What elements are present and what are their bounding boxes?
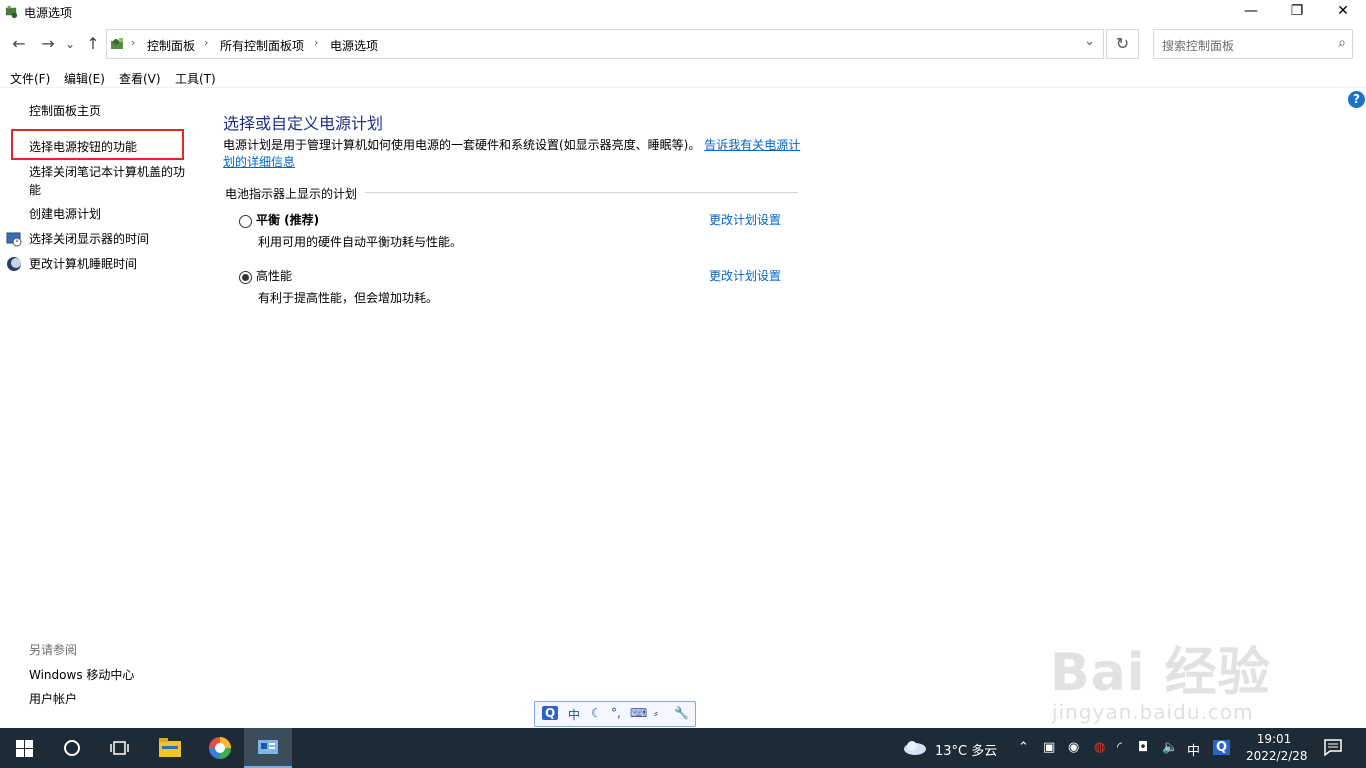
menu-view[interactable]: 查看(V) [119,70,161,87]
menu-tools[interactable]: 工具(T) [175,70,216,87]
display-clock-icon [6,232,22,247]
window-title: 电源选项 [24,6,73,20]
plan-high-performance-desc: 有利于提高性能，但会增加功耗。 [258,291,439,305]
sidebar-item-power-button[interactable]: 选择电源按钮的功能 [29,138,137,156]
input-language-indicator[interactable]: 中 [1187,740,1200,759]
help-icon[interactable]: ? [1348,91,1365,108]
clock-date: 2022/2/28 [1246,749,1308,763]
watermark-logo: Bai 经验 [1050,643,1271,703]
watermark-url: jingyan.baidu.com [1052,700,1254,724]
network-tray-icon[interactable]: ◘ [1138,740,1148,755]
breadcrumb-power-options[interactable]: 电源选项 [330,37,378,54]
control-panel-taskbar-icon [258,740,278,754]
ime-halfwidth-icon[interactable]: ☾ [591,706,602,720]
sidebar-item-display-off[interactable]: 选择关闭显示器的时间 [29,230,149,248]
sidebar-item-home[interactable]: 控制面板主页 [29,102,101,120]
close-button[interactable]: ✕ [1320,0,1366,24]
device-tray-icon[interactable]: ▣ [1043,740,1055,755]
plan-balanced-name[interactable]: 平衡 (推荐) [256,211,319,228]
navigation-bar: ← → ⌄ ↑ › 控制面板 › 所有控制面板项 › 电源选项 ⌄ ↻ 搜索控制… [0,28,1366,60]
sidebar-item-create-plan[interactable]: 创建电源计划 [29,205,101,223]
see-also-heading: 另请参阅 [29,643,78,657]
up-button[interactable]: ↑ [82,28,104,60]
windows-start-icon[interactable] [16,740,33,757]
control-panel-icon [111,38,123,49]
maximize-button[interactable]: ❐ [1274,0,1320,24]
file-explorer-icon[interactable] [159,738,181,757]
forward-button[interactable]: → [37,28,59,60]
weather-text[interactable]: 13°C 多云 [935,740,997,759]
title-bar: 电源选项 — ❐ ✕ [0,0,1366,24]
breadcrumb-separator: › [131,36,136,49]
search-placeholder: 搜索控制面板 [1162,39,1235,53]
ime-keyboard-icon[interactable]: ⌨ [630,706,647,720]
plan-balanced-change-link[interactable]: 更改计划设置 [709,211,781,228]
ime-toolbar: Q 中 ☾ °, ⌨ ⸗ 🔧 [534,701,696,727]
sidebar-item-sleep-time[interactable]: 更改计算机睡眠时间 [29,255,137,273]
see-also-mobility-center[interactable]: Windows 移动中心 [29,666,134,683]
ime-settings-icon[interactable]: 🔧 [674,706,689,720]
breadcrumb-all-items[interactable]: 所有控制面板项 [220,37,304,54]
ime-punctuation-icon[interactable]: °, [611,706,621,720]
address-bar[interactable]: › 控制面板 › 所有控制面板项 › 电源选项 ⌄ [106,29,1104,59]
plan-high-performance-change-link[interactable]: 更改计划设置 [709,267,781,284]
taskbar: 13°C 多云 ⌃ ▣ ◉ ◍ ◜ ◘ 🔈 中 Q 19:01 2022/2/2… [0,728,1366,768]
weather-cloud-icon[interactable] [903,739,927,755]
browser-icon[interactable] [208,736,232,760]
group-divider [365,192,798,193]
page-title: 选择或自定义电源计划 [223,114,384,133]
ime-tool-icon[interactable]: ⸗ [654,706,658,720]
notification-center-icon[interactable] [1324,739,1342,756]
address-dropdown-button[interactable]: ⌄ [1084,34,1095,49]
ime-tray-icon[interactable]: Q [1213,740,1231,755]
search-icon[interactable]: ⌕ [1338,35,1346,51]
page-description: 电源计划是用于管理计算机如何使用电源的一套硬件和系统设置(如显示器亮度、睡眠等)… [223,137,803,171]
ime-chinese-mode[interactable]: 中 [568,706,580,723]
qq-tray-icon[interactable]: ◉ [1068,740,1079,755]
search-circle-icon[interactable] [63,739,81,757]
clock-time: 19:01 [1256,732,1292,746]
search-input[interactable]: 搜索控制面板 ⌕ [1153,29,1353,59]
wifi-icon[interactable]: ◜ [1117,740,1122,755]
plan-high-performance-radio[interactable] [239,271,252,284]
refresh-button[interactable]: ↻ [1106,29,1139,59]
taskbar-clock[interactable]: 19:01 2022/2/28 [1246,731,1308,765]
plan-balanced-radio[interactable] [239,215,252,228]
recent-locations-button[interactable]: ⌄ [62,28,78,60]
breadcrumb-separator: › [314,36,319,49]
sleep-moon-icon [7,257,21,271]
plan-balanced-desc: 利用可用的硬件自动平衡功耗与性能。 [258,235,463,249]
back-button[interactable]: ← [8,28,30,60]
breadcrumb-control-panel[interactable]: 控制面板 [147,37,195,54]
taskbar-control-panel-active[interactable] [244,728,292,768]
plan-group-label: 电池指示器上显示的计划 [225,187,358,201]
baidu-watermark: Bai 经验 jingyan.baidu.com [1050,630,1350,730]
ime-logo-icon[interactable]: Q [542,706,559,720]
see-also-user-accounts[interactable]: 用户帐户 [29,690,77,707]
plan-high-performance-name[interactable]: 高性能 [256,267,292,284]
task-view-icon[interactable] [110,739,129,757]
menu-bar: 文件(F) 编辑(E) 查看(V) 工具(T) [0,66,1366,88]
menu-edit[interactable]: 编辑(E) [64,70,105,87]
sidebar-item-lid-close[interactable]: 选择关闭笔记本计算机盖的功能 [29,163,189,199]
power-options-icon [5,5,18,19]
description-text: 电源计划是用于管理计算机如何使用电源的一套硬件和系统设置(如显示器亮度、睡眠等)… [223,138,701,152]
show-hidden-icons-chevron-icon[interactable]: ⌃ [1018,740,1029,755]
menu-file[interactable]: 文件(F) [10,70,50,87]
volume-icon[interactable]: 🔈 [1162,740,1178,755]
breadcrumb-separator: › [204,36,209,49]
weibo-tray-icon[interactable]: ◍ [1094,740,1105,755]
minimize-button[interactable]: — [1228,0,1274,24]
